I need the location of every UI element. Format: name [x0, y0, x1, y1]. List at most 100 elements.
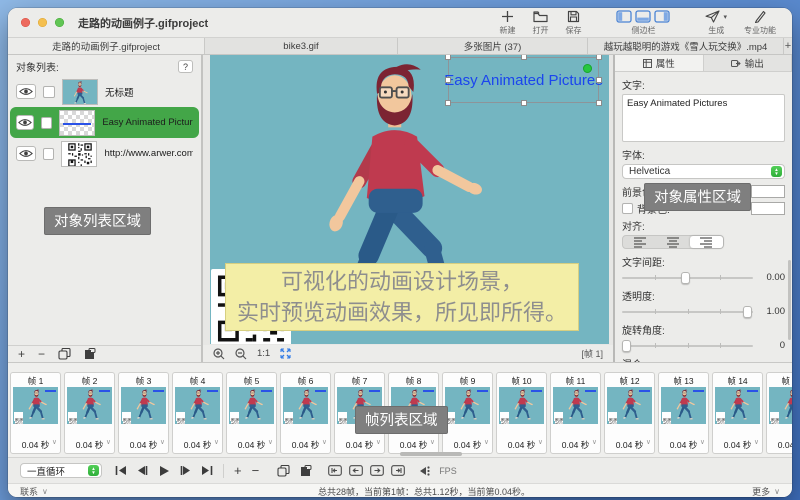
frame-duration-select[interactable]: 0.04 秒 ∨: [65, 436, 114, 453]
remove-object-button[interactable]: −: [38, 348, 45, 360]
duplicate-frame-button[interactable]: [277, 465, 290, 477]
play-button[interactable]: [158, 465, 170, 477]
frame-duration-select[interactable]: 0.04 秒 ∨: [443, 436, 492, 453]
text-input[interactable]: Easy Animated Pictures: [622, 94, 785, 142]
align-right-button[interactable]: [690, 236, 723, 248]
frame-card[interactable]: 帧 5 0.04 秒 ∨: [226, 372, 277, 454]
resize-handle[interactable]: [445, 55, 451, 60]
frame-card[interactable]: 帧 10 0.04 秒 ∨: [496, 372, 547, 454]
tab-mp4[interactable]: 越玩越聪明的游戏《雪人玩交换》.mp4: [588, 38, 784, 54]
resize-handle[interactable]: [445, 100, 451, 106]
next-frame-button[interactable]: [180, 465, 191, 476]
slider-thumb[interactable]: [622, 340, 631, 352]
zoom-in-icon[interactable]: [213, 348, 225, 360]
remove-frame-button[interactable]: −: [252, 464, 260, 477]
text-object-selection[interactable]: Easy Animated Pictures: [448, 57, 599, 103]
save-button[interactable]: 保存: [565, 9, 581, 36]
open-button[interactable]: 打开: [532, 9, 548, 36]
frame-duration-select[interactable]: 0.04 秒 ∨: [551, 436, 600, 453]
frame-duration-select[interactable]: 0.04 秒 ∨: [281, 436, 330, 453]
frame-duration-select[interactable]: 0.04 秒 ∨: [713, 436, 762, 453]
animation-canvas[interactable]: Easy Animated Pictures: [210, 55, 609, 344]
resize-handle[interactable]: [445, 77, 451, 83]
frame-card[interactable]: 帧 2 0.04 秒 ∨: [64, 372, 115, 454]
go-first-frame-button[interactable]: [115, 465, 127, 476]
stepper-icon[interactable]: ▲▼: [771, 166, 782, 177]
tab-output[interactable]: 输出: [704, 55, 793, 71]
frame-card[interactable]: 帧 13 0.04 秒 ∨: [658, 372, 709, 454]
fit-to-window-icon[interactable]: [280, 348, 291, 359]
tab-bike3[interactable]: bike3.gif: [205, 38, 398, 54]
object-row-qrcode[interactable]: http://www.arwer.com: [10, 138, 199, 169]
toggle-right-panel-icon[interactable]: [654, 10, 670, 23]
paste-frame-button[interactable]: [300, 465, 312, 477]
frame-card[interactable]: 帧 4 0.04 秒 ∨: [172, 372, 223, 454]
frame-card[interactable]: 帧 3 0.04 秒 ∨: [118, 372, 169, 454]
toggle-bottom-panel-icon[interactable]: [635, 10, 651, 23]
frame-duration-select[interactable]: 0.04 秒 ∨: [11, 436, 60, 453]
object-checkbox[interactable]: [41, 117, 52, 129]
frame-card[interactable]: 帧 11 0.04 秒 ∨: [550, 372, 601, 454]
frame-duration-select[interactable]: 0.04 秒 ∨: [767, 436, 792, 453]
loop-mode-select[interactable]: 一直循环 ▲▼: [20, 463, 102, 478]
align-center-button[interactable]: [656, 236, 689, 248]
split-frame-button[interactable]: [419, 465, 430, 477]
insert-frame-after-button[interactable]: [370, 465, 384, 476]
slider-thumb[interactable]: [681, 272, 690, 284]
insert-frame-before-button[interactable]: [349, 465, 363, 476]
tab-multi-images[interactable]: 多张图片 (37): [398, 38, 588, 54]
close-window-button[interactable]: [21, 18, 30, 27]
font-select[interactable]: Helvetica ▲▼: [622, 164, 785, 179]
object-checkbox[interactable]: [43, 148, 55, 160]
background-color-well[interactable]: [751, 202, 785, 215]
help-button[interactable]: ?: [178, 60, 193, 73]
object-checkbox[interactable]: [43, 86, 55, 98]
align-left-button[interactable]: [623, 236, 656, 248]
stepper-icon[interactable]: ▲▼: [88, 465, 99, 476]
canvas-text-object[interactable]: Easy Animated Pictures: [444, 72, 602, 89]
frame-duration-select[interactable]: 0.04 秒 ∨: [119, 436, 168, 453]
insert-frame-end-button[interactable]: [391, 465, 405, 476]
duplicate-object-button[interactable]: [58, 348, 71, 360]
frame-list-scrollbar[interactable]: [400, 452, 462, 456]
zoom-ratio-button[interactable]: 1:1: [257, 348, 270, 359]
visibility-toggle[interactable]: [16, 84, 36, 99]
frame-duration-select[interactable]: 0.04 秒 ∨: [659, 436, 708, 453]
slider-thumb[interactable]: [743, 306, 752, 318]
paste-object-button[interactable]: [84, 348, 96, 360]
frame-duration-select[interactable]: 0.04 秒 ∨: [497, 436, 546, 453]
pro-features-button[interactable]: 专业功能: [744, 9, 776, 36]
resize-handle[interactable]: [596, 55, 602, 60]
more-menu[interactable]: 更多 ∨: [752, 485, 780, 497]
rotation-slider[interactable]: [622, 339, 753, 352]
add-object-button[interactable]: +: [18, 348, 25, 360]
object-row-untitled[interactable]: 无标题: [10, 76, 199, 107]
previous-frame-button[interactable]: [137, 465, 148, 476]
frame-duration-select[interactable]: 0.04 秒 ∨: [605, 436, 654, 453]
contact-menu[interactable]: 联系 ∨: [20, 485, 48, 497]
zoom-out-icon[interactable]: [235, 348, 247, 360]
rotate-handle[interactable]: [583, 64, 592, 73]
properties-scrollbar[interactable]: [788, 260, 791, 340]
resize-handle[interactable]: [596, 77, 602, 83]
frame-card[interactable]: 帧 12 0.04 秒 ∨: [604, 372, 655, 454]
foreground-color-well[interactable]: [751, 185, 785, 198]
frame-duration-select[interactable]: 0.04 秒 ∨: [389, 436, 438, 453]
add-tab-button[interactable]: +: [784, 38, 792, 54]
resize-handle[interactable]: [521, 55, 527, 60]
object-row-text[interactable]: Easy Animated Pictures: [10, 107, 199, 138]
go-last-frame-button[interactable]: [201, 465, 213, 476]
spacing-slider[interactable]: [622, 271, 753, 284]
zoom-window-button[interactable]: [55, 18, 64, 27]
minimize-window-button[interactable]: [38, 18, 47, 27]
tab-gifproject[interactable]: 走路的动画例子.gifproject: [8, 38, 205, 54]
frame-card[interactable]: 帧 6 0.04 秒 ∨: [280, 372, 331, 454]
dropdown-caret-icon[interactable]: ▾: [723, 13, 727, 21]
tab-properties[interactable]: 属性: [615, 55, 704, 71]
resize-handle[interactable]: [521, 100, 527, 106]
insert-frame-start-button[interactable]: [328, 465, 342, 476]
frame-card[interactable]: 帧 9 0.04 秒 ∨: [442, 372, 493, 454]
visibility-toggle[interactable]: [16, 115, 34, 130]
visibility-toggle[interactable]: [16, 146, 36, 161]
generate-button[interactable]: ▾ 生成: [705, 9, 727, 36]
